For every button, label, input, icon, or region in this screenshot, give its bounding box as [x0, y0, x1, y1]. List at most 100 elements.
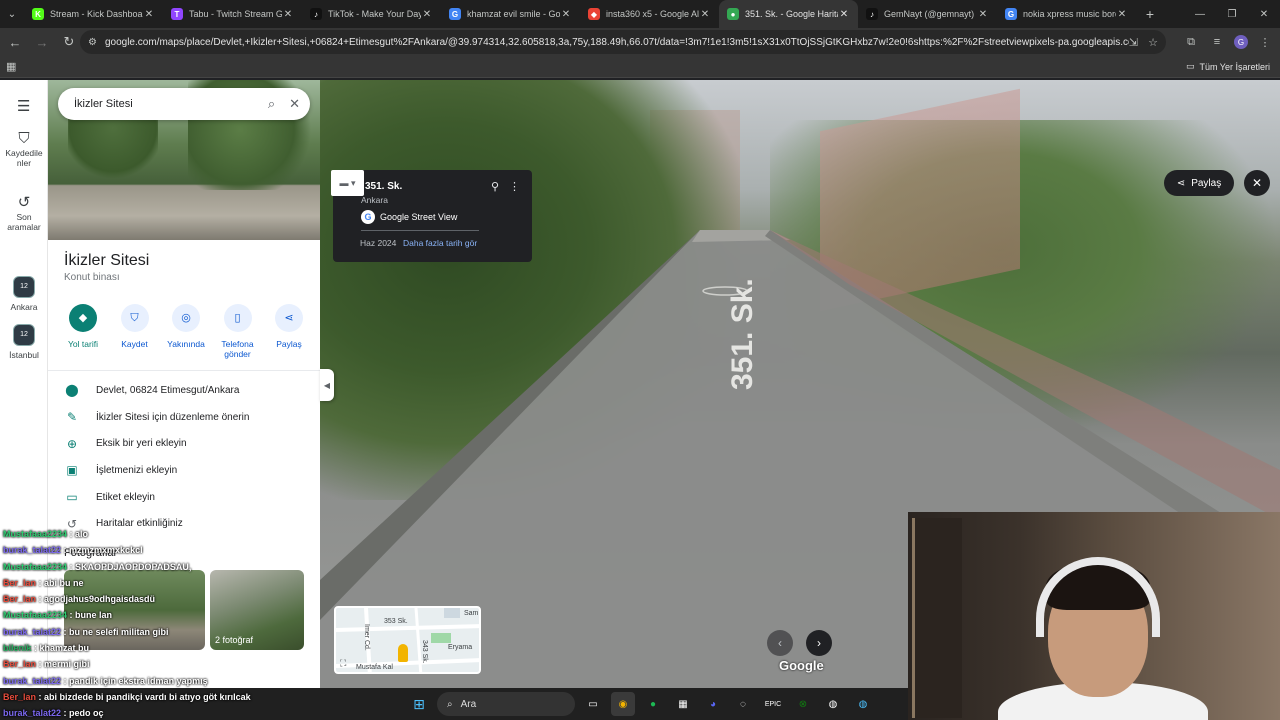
browser-tab[interactable]: T Tabu - Twitch Stream Gam✕	[163, 0, 302, 28]
windows-start-icon[interactable]: ⊞	[407, 692, 431, 716]
tab-close-icon[interactable]: ✕	[838, 9, 850, 20]
previous-arrow-button[interactable]: ‹	[767, 630, 793, 656]
profile-avatar[interactable]: G	[1234, 35, 1248, 49]
restore-icon[interactable]: ❐	[1216, 0, 1248, 28]
browser-tab[interactable]: ◆ insta360 x5 - Google Alışv✕	[580, 0, 719, 28]
expand-map-icon[interactable]: ⛶	[340, 658, 346, 669]
street-name: 351. Sk.	[365, 181, 403, 192]
tab-title: GemNayt (@gemnayt) | T	[884, 9, 977, 19]
site-info-icon[interactable]: ⚙	[88, 37, 97, 48]
rail-recent-place-1[interactable]: 12 Ankara	[0, 276, 48, 312]
all-bookmarks-button[interactable]: ▭ Tüm Yer İşaretleri	[1186, 61, 1270, 72]
hamburger-menu-icon[interactable]: ☰	[17, 97, 30, 115]
task-view-icon[interactable]: ▭	[581, 692, 605, 716]
tab-close-icon[interactable]: ✕	[1116, 9, 1128, 20]
directions-button[interactable]: ◆ Yol tarifi	[58, 304, 108, 359]
recent-place-thumbnail: 12	[13, 324, 35, 346]
new-tab-button[interactable]: +	[1136, 6, 1164, 22]
tab-close-icon[interactable]: ✕	[282, 9, 294, 20]
browser-tab[interactable]: Gkhamzat evil smile - Goog✕	[441, 0, 580, 28]
card-collapse-button[interactable]: ▬ ▾	[331, 170, 364, 196]
minimize-icon[interactable]: —	[1184, 0, 1216, 28]
url-text[interactable]: google.com/maps/place/Devlet,+İkizler+Si…	[105, 37, 1129, 48]
install-app-icon[interactable]: ⇲	[1129, 36, 1138, 49]
chat-username[interactable]: Ber_lan	[3, 659, 36, 669]
save-button[interactable]: ⛉ Kaydet	[110, 304, 160, 359]
chat-username[interactable]: Mustafaaa2234	[3, 562, 67, 572]
close-window-icon[interactable]: ✕	[1248, 0, 1280, 28]
add-missing-place-text: Eksik bir yeri ekleyin	[96, 438, 187, 450]
place-category: Konut binası	[64, 272, 120, 283]
add-label-row[interactable]: ▭ Etiket ekleyin	[48, 484, 320, 511]
chat-username[interactable]: burak_talat22	[3, 627, 61, 637]
browser-tab[interactable]: ● 351. Sk. - Google Haritala✕	[719, 0, 858, 28]
bookmark-star-icon[interactable]: ☆	[1148, 36, 1158, 49]
back-icon[interactable]: ←	[3, 30, 27, 54]
extensions-icon[interactable]: ⧉	[1182, 30, 1200, 54]
chat-username[interactable]: Mustafaaa2234	[3, 529, 67, 539]
chat-username[interactable]: Ber_lan	[3, 692, 36, 702]
tab-close-icon[interactable]: ✕	[699, 9, 711, 20]
reload-icon[interactable]: ↻	[57, 30, 81, 54]
chat-username[interactable]: bilenik	[3, 643, 32, 653]
browser-tab[interactable]: Gnokia xpress music bordo ✕	[997, 0, 1136, 28]
add-business-row[interactable]: ▣ İşletmenizi ekleyin	[48, 457, 320, 484]
more-options-icon[interactable]: ⋮	[509, 180, 520, 193]
all-bookmarks-label: Tüm Yer İşaretleri	[1199, 61, 1270, 72]
steam-icon[interactable]: ◍	[821, 692, 845, 716]
discord-icon[interactable]: ◕	[701, 692, 725, 716]
globe-app-icon[interactable]: ◍	[851, 692, 875, 716]
pencil-icon: ✎	[66, 410, 78, 425]
tab-close-icon[interactable]: ✕	[560, 9, 572, 20]
location-pin-icon[interactable]: ⚲	[491, 180, 499, 193]
add-missing-place-row[interactable]: ⊕ Eksik bir yeri ekleyin	[48, 430, 320, 457]
close-street-view-button[interactable]: ✕	[1244, 170, 1270, 196]
spotify-icon[interactable]: ●	[641, 692, 665, 716]
rail-recent-place-2[interactable]: 12 İstanbul	[0, 324, 48, 360]
forward-icon[interactable]: →	[30, 30, 54, 54]
suggest-edit-row[interactable]: ✎ İkizler Sitesi için düzenleme önerin	[48, 404, 320, 431]
next-arrow-button[interactable]: ›	[806, 630, 832, 656]
address-row[interactable]: ⬤ Devlet, 06824 Etimesgut/Ankara	[48, 377, 320, 404]
street-view-minimap[interactable]: 353 Sk. Imer Cd. 343 Sk. Eryama Mustafa …	[334, 606, 481, 674]
share-button[interactable]: ⋖ Paylaş	[264, 304, 314, 359]
tab-search-chevron-icon[interactable]: ⌄	[0, 0, 24, 28]
taskbar-search[interactable]: ⌕ Ara	[437, 692, 575, 716]
obs-icon[interactable]: ◌	[731, 692, 755, 716]
store-icon[interactable]: ▦	[671, 692, 695, 716]
browser-menu-icon[interactable]: ⋮	[1256, 30, 1274, 54]
epic-games-icon[interactable]: EPIC	[761, 692, 785, 716]
search-input[interactable]: İkizler Sitesi	[74, 98, 254, 110]
tab-close-icon[interactable]: ✕	[977, 9, 989, 20]
search-box[interactable]: İkizler Sitesi ⌕ ✕	[58, 88, 310, 120]
minimap-label: Mustafa Kal	[356, 664, 393, 671]
browser-tab[interactable]: ♪ TikTok - Make Your Day ✕	[302, 0, 441, 28]
chrome-icon[interactable]: ◉	[611, 692, 635, 716]
apps-grid-icon[interactable]: ▦	[6, 60, 16, 73]
chat-username[interactable]: Ber_lan	[3, 594, 36, 604]
close-icon[interactable]: ✕	[289, 96, 300, 112]
browser-tab[interactable]: K Stream - Kick Dashboard ✕	[24, 0, 163, 28]
browser-tab[interactable]: ♪ GemNayt (@gemnayt) | T ✕	[858, 0, 997, 28]
chat-username[interactable]: burak_talat22	[3, 676, 61, 686]
media-control-icon[interactable]: ≡	[1208, 30, 1226, 54]
xbox-icon[interactable]: ⊗	[791, 692, 815, 716]
search-icon[interactable]: ⌕	[268, 96, 275, 112]
address-bar[interactable]: ⚙ google.com/maps/place/Devlet,+İkizler+…	[80, 30, 1166, 54]
rail-saved[interactable]: ⛉ Kaydedilenler	[0, 131, 48, 168]
collapse-panel-button[interactable]: ◀	[320, 369, 334, 401]
tab-title: 351. Sk. - Google Haritala	[745, 9, 838, 19]
nearby-button[interactable]: ◎ Yakınında	[161, 304, 211, 359]
chat-username[interactable]: burak_talat22	[3, 708, 61, 718]
rail-recent[interactable]: ↺ Son aramalar	[0, 195, 48, 232]
chat-username[interactable]: Ber_lan	[3, 578, 36, 588]
send-to-phone-button[interactable]: ▯ Telefona gönder	[213, 304, 263, 359]
street-view-share-button[interactable]: ⋖ Paylaş	[1164, 170, 1234, 196]
window-controls: — ❐ ✕	[1184, 0, 1280, 28]
tab-close-icon[interactable]: ✕	[143, 9, 155, 20]
tab-close-icon[interactable]: ✕	[421, 9, 433, 20]
chat-username[interactable]: Mustafaaa2234	[3, 610, 67, 620]
more-dates-link[interactable]: Daha fazla tarih gör	[403, 238, 477, 248]
pegman-icon[interactable]	[398, 644, 408, 662]
chat-username[interactable]: burak_talat22	[3, 545, 61, 555]
